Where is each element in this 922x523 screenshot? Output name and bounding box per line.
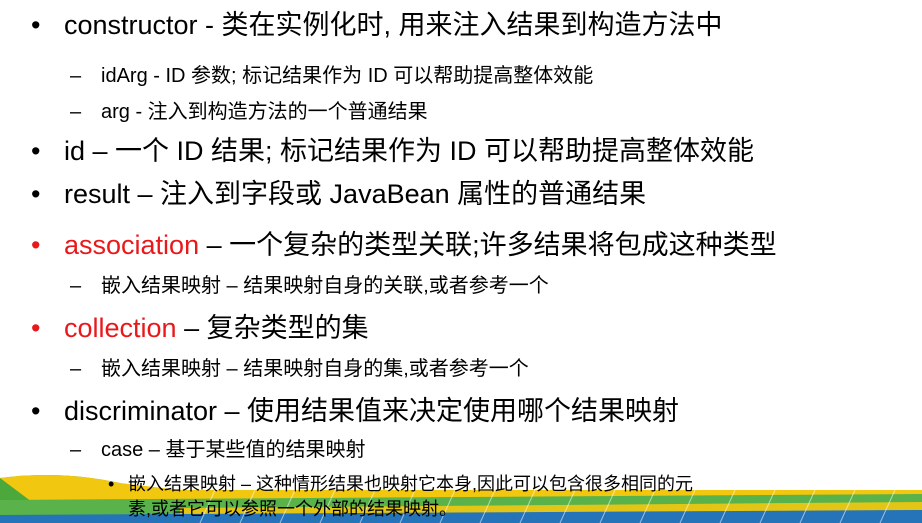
bullet-marker: • [31, 179, 41, 209]
sub-sub-bullet-continuation: 素,或者它可以参照一个外部的结果映射。 [128, 495, 457, 521]
sub-bullet-text: arg - 注入到构造方法的一个普通结果 [101, 101, 428, 123]
sub-sub-bullet-text: 素,或者它可以参照一个外部的结果映射。 [128, 499, 457, 519]
dash-marker: – [70, 275, 82, 297]
sub-bullet-text: 嵌入结果映射 – 结果映射自身的关联,或者参考一个 [101, 275, 549, 297]
bullet-text: constructor - 类在实例化时, 用来注入结果到构造方法中 [64, 10, 723, 40]
bullet-marker: • [31, 313, 41, 343]
dash-marker: – [70, 65, 82, 87]
sub-bullet-arg: – arg - 注入到构造方法的一个普通结果 [70, 95, 428, 124]
bullet-collection: • collection – 复杂类型的集 [31, 306, 369, 345]
sub-sub-bullet-text: 嵌入结果映射 – 这种情形结果也映射它本身,因此可以包含很多相同的元 [128, 474, 694, 494]
sub-sub-bullet-nested-result-map: • 嵌入结果映射 – 这种情形结果也映射它本身,因此可以包含很多相同的元 [108, 470, 693, 496]
bullet-marker: • [31, 230, 41, 260]
bullet-id: • id – 一个 ID 结果; 标记结果作为 ID 可以帮助提高整体效能 [31, 129, 754, 168]
sub-bullet-text: case – 基于某些值的结果映射 [101, 439, 366, 461]
bullet-keyword: collection [64, 313, 177, 343]
bullet-text: – 一个复杂的类型关联;许多结果将包成这种类型 [199, 230, 777, 260]
bullet-association: • association – 一个复杂的类型关联;许多结果将包成这种类型 [31, 223, 777, 262]
bullet-keyword: result [64, 179, 131, 209]
dash-marker: – [70, 439, 82, 461]
bullet-result: • result – 注入到字段或 JavaBean 属性的普通结果 [31, 172, 646, 211]
bullet-marker: • [108, 474, 115, 494]
dash-marker: – [70, 101, 82, 123]
sub-bullet-text: 嵌入结果映射 – 结果映射自身的集,或者参考一个 [101, 358, 529, 380]
bullet-marker: • [31, 136, 41, 166]
sub-bullet-text: idArg - ID 参数; 标记结果作为 ID 可以帮助提高整体效能 [101, 65, 594, 87]
dash-marker: – [70, 358, 82, 380]
bullet-keyword: association [64, 230, 200, 260]
bullet-marker: • [31, 396, 41, 426]
bullet-keyword: id [64, 136, 86, 166]
bullet-text: – 注入到字段或 JavaBean 属性的普通结果 [130, 179, 647, 209]
sub-bullet-case: – case – 基于某些值的结果映射 [70, 433, 365, 462]
bullet-text: – 复杂类型的集 [176, 313, 369, 343]
slide: • constructor - 类在实例化时, 用来注入结果到构造方法中 – idA… [0, 0, 922, 523]
bullet-marker: • [31, 10, 41, 40]
sub-bullet-collection-nested: – 嵌入结果映射 – 结果映射自身的集,或者参考一个 [70, 352, 529, 381]
sub-bullet-idarg: – idArg - ID 参数; 标记结果作为 ID 可以帮助提高整体效能 [70, 59, 593, 88]
bullet-text: – 一个 ID 结果; 标记结果作为 ID 可以帮助提高整体效能 [85, 136, 755, 166]
sub-bullet-association-nested: – 嵌入结果映射 – 结果映射自身的关联,或者参考一个 [70, 269, 549, 298]
bullet-constructor: • constructor - 类在实例化时, 用来注入结果到构造方法中 [31, 3, 723, 42]
bullet-discriminator: • discriminator – 使用结果值来决定使用哪个结果映射 [31, 389, 679, 428]
bullet-text: discriminator – 使用结果值来决定使用哪个结果映射 [64, 396, 680, 426]
